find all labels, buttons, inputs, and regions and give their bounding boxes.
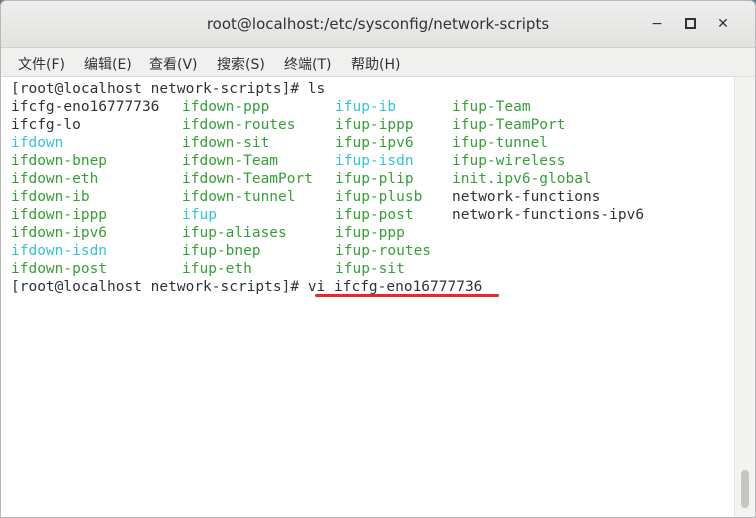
command-text: vi ifcfg-eno16777736: [307, 279, 483, 295]
file-entry: ifup-sit: [335, 261, 405, 277]
file-entry: ifdown-isdn: [11, 243, 108, 259]
file-entry: ifup-ib: [335, 99, 397, 115]
file-entry: ifup-routes: [335, 243, 432, 259]
file-entry: ifdown-ippp: [11, 207, 108, 223]
file-entry: ifdown-sit: [182, 135, 270, 151]
file-entry: ifdown-routes: [182, 117, 296, 133]
file-entry: ifup-plip: [335, 171, 414, 187]
file-entry: ifup-ippp: [335, 117, 414, 133]
menu-file[interactable]: 文件(F): [18, 54, 65, 74]
file-entry: network-functions: [452, 189, 601, 205]
menu-terminal[interactable]: 终端(T): [284, 54, 331, 74]
file-entry: ifdown-tunnel: [182, 189, 296, 205]
menu-help[interactable]: 帮助(H): [351, 54, 400, 74]
title-bar[interactable]: root@localhost:/etc/sysconfig/network-sc…: [1, 1, 755, 48]
file-entry: ifup-ipv6: [335, 135, 414, 151]
scrollbar-thumb[interactable]: [741, 470, 749, 508]
file-entry: ifdown-post: [11, 261, 108, 277]
prompt: [root@localhost network-scripts]#: [11, 279, 308, 295]
file-entry: ifup-ppp: [335, 225, 405, 241]
file-entry: ifup-eth: [182, 261, 252, 277]
file-entry: ifup-aliases: [182, 225, 287, 241]
file-entry: ifdown: [11, 135, 64, 151]
file-entry: ifup-wireless: [452, 153, 566, 169]
file-entry: ifup-isdn: [335, 153, 414, 169]
file-entry: ifup-plusb: [335, 189, 423, 205]
file-entry: ifdown-ipv6: [11, 225, 108, 241]
file-entry: ifdown-TeamPort: [182, 171, 313, 187]
file-entry: ifup-bnep: [182, 243, 261, 259]
prompt-line-ls: [root@localhost network-scripts]# ls: [11, 81, 326, 97]
menu-edit[interactable]: 编辑(E): [84, 54, 132, 74]
menu-bar: 文件(F) 编辑(E) 查看(V) 搜索(S) 终端(T) 帮助(H): [1, 48, 755, 77]
file-entry: network-functions-ipv6: [452, 207, 645, 223]
file-entry: ifdown-Team: [182, 153, 279, 169]
menu-view[interactable]: 查看(V): [149, 54, 198, 74]
file-entry: ifup-post: [335, 207, 414, 223]
menu-search[interactable]: 搜索(S): [217, 54, 265, 74]
file-entry: ifdown-ib: [11, 189, 90, 205]
file-entry: ifdown-ppp: [182, 99, 270, 115]
minimize-icon[interactable]: −: [646, 13, 668, 35]
file-entry: ifup: [182, 207, 217, 223]
file-entry: ifdown-eth: [11, 171, 99, 187]
file-entry: ifdown-bnep: [11, 153, 108, 169]
file-entry: ifup-TeamPort: [452, 117, 566, 133]
scrollbar[interactable]: [734, 77, 755, 517]
terminal-window: root@localhost:/etc/sysconfig/network-sc…: [0, 0, 756, 518]
file-entry: ifup-Team: [452, 99, 531, 115]
terminal-area[interactable]: [root@localhost network-scripts]# ls ifc…: [1, 77, 734, 517]
close-icon[interactable]: ✕: [712, 13, 734, 35]
file-entry: ifup-tunnel: [452, 135, 549, 151]
window-title: root@localhost:/etc/sysconfig/network-sc…: [206, 15, 550, 33]
maximize-icon[interactable]: [679, 13, 701, 35]
file-entry: init.ipv6-global: [452, 171, 592, 187]
file-entry: ifcfg-eno16777736: [11, 99, 160, 115]
command-highlight-underline: [315, 294, 499, 297]
file-entry: ifcfg-lo: [11, 117, 81, 133]
